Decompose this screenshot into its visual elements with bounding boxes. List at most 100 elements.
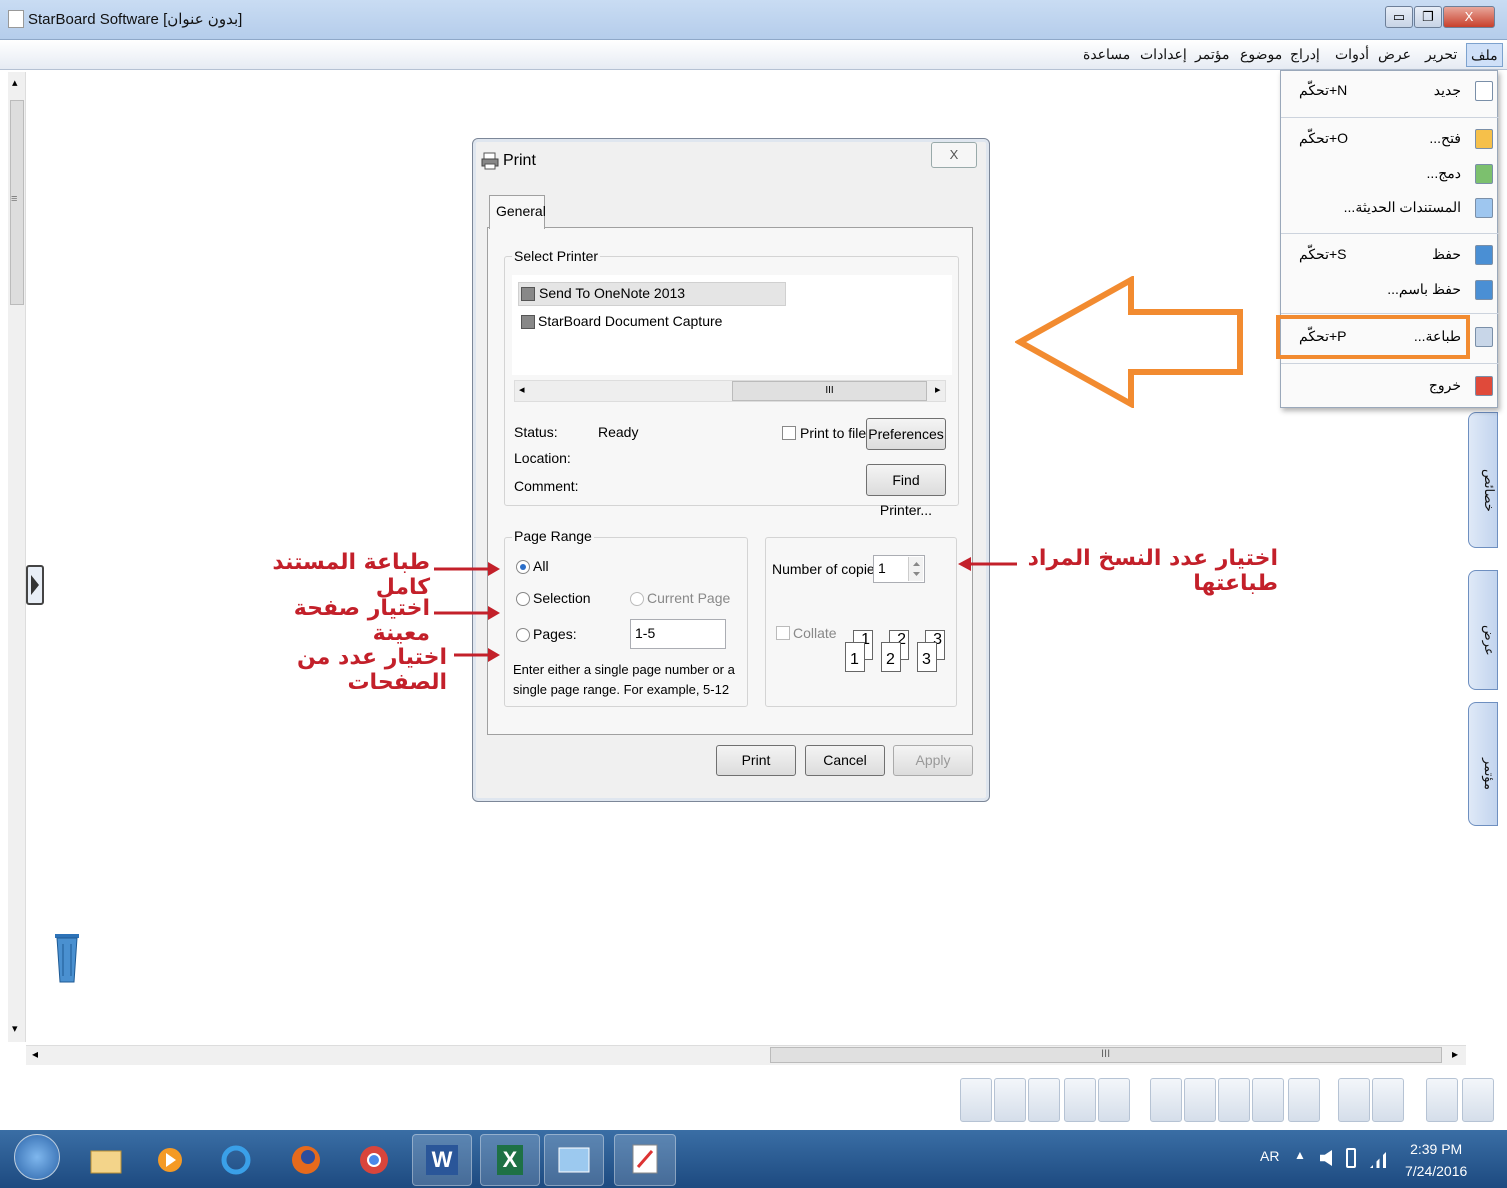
current-page-radio[interactable] <box>630 592 644 606</box>
add-pointer-icon[interactable] <box>1462 1078 1494 1122</box>
starboard-taskbar-icon[interactable] <box>614 1134 676 1186</box>
menu-item-shortcut: تحكّم+O <box>1299 130 1349 146</box>
vertical-scroll-thumb[interactable]: ≡ <box>10 100 24 305</box>
menu-settings[interactable]: إعدادات <box>1140 46 1187 63</box>
menu-bar: ملف تحرير عرض أدوات إدراج موضوع مؤتمر إع… <box>0 40 1507 70</box>
firefox-icon[interactable] <box>276 1134 336 1186</box>
scroll-right-icon[interactable]: ▸ <box>935 383 941 396</box>
show-hidden-icons-icon[interactable]: ▲ <box>1294 1148 1306 1162</box>
redo-tool-icon[interactable] <box>1372 1078 1404 1122</box>
v-grip: ≡ <box>11 193 18 205</box>
rotate-tool-icon[interactable] <box>994 1078 1026 1122</box>
menu-theme[interactable]: موضوع <box>1240 46 1282 63</box>
copy-tool-icon[interactable] <box>1184 1078 1216 1122</box>
pages-radio[interactable] <box>516 628 530 642</box>
menu-tools[interactable]: أدوات <box>1335 46 1369 63</box>
file-menu-merge[interactable]: دمج... <box>1281 159 1499 189</box>
word-glyph: W <box>425 1145 459 1175</box>
apply-button[interactable]: Apply <box>893 745 973 776</box>
annotation-all: طباعة المستند كامل <box>272 550 430 600</box>
duplicate-tool-icon[interactable] <box>1252 1078 1284 1122</box>
selection-label: Selection <box>533 590 591 606</box>
scroll-right-arrow-icon[interactable]: ▸ <box>1452 1047 1458 1061</box>
location-label: Location: <box>514 450 571 466</box>
collate-page-front: 2 <box>881 642 901 672</box>
menu-item-label: فتح... <box>1429 130 1461 146</box>
restore-button[interactable]: ❐ <box>1414 6 1442 28</box>
printer-icon <box>521 315 535 329</box>
preferences-button[interactable]: Preferences <box>866 418 946 450</box>
annotation-selection: اختيار صفحة معينة <box>293 596 430 646</box>
panel-toggle-icon[interactable] <box>26 565 44 605</box>
trash-bin-icon[interactable] <box>52 928 82 989</box>
language-indicator[interactable]: AR <box>1260 1148 1279 1164</box>
edit-tool-icon[interactable] <box>1028 1078 1060 1122</box>
menu-file[interactable]: ملف <box>1466 43 1503 67</box>
collate-page-front: 1 <box>845 642 865 672</box>
printer-name: Send To OneNote 2013 <box>539 285 686 301</box>
file-menu-exit[interactable]: خروج <box>1281 371 1499 401</box>
menu-item-label: خروج <box>1428 377 1461 393</box>
photo-viewer-icon[interactable] <box>544 1134 604 1186</box>
status-value: Ready <box>598 424 639 440</box>
printer-list-scroll-thumb[interactable]: III <box>732 381 927 401</box>
collate-checkbox[interactable] <box>776 626 790 640</box>
menu-insert[interactable]: إدراج <box>1290 46 1320 63</box>
file-menu-new[interactable]: جديد تحكّم+N <box>1281 76 1499 106</box>
chrome-icon[interactable] <box>344 1134 404 1186</box>
start-orb-icon[interactable] <box>14 1134 60 1180</box>
printer-item-starboard[interactable]: StarBoard Document Capture <box>518 311 722 329</box>
print-to-file-label: Print to file <box>800 425 867 441</box>
menu-conference[interactable]: مؤتمر <box>1195 46 1229 63</box>
horizontal-scroll-thumb[interactable]: III <box>770 1047 1442 1063</box>
menu-view[interactable]: عرض <box>1378 46 1411 63</box>
dialog-close-button[interactable]: X <box>931 142 977 168</box>
scroll-up-arrow-icon[interactable]: ▴ <box>12 76 18 89</box>
grid-tool-icon[interactable] <box>960 1078 992 1122</box>
select-pointer-icon[interactable] <box>1426 1078 1458 1122</box>
print-button[interactable]: Print <box>716 745 796 776</box>
close-button[interactable]: X <box>1443 6 1495 28</box>
side-tab-properties[interactable]: خصائص <box>1468 412 1498 548</box>
print-to-file-checkbox[interactable] <box>782 426 796 440</box>
file-menu-save[interactable]: حفظ تحكّم+S <box>1281 240 1499 270</box>
delete-tool-icon[interactable] <box>1150 1078 1182 1122</box>
pages-input[interactable]: 1-5 <box>630 619 726 649</box>
recent-documents-icon <box>1475 198 1493 218</box>
tab-general[interactable]: General <box>489 195 546 229</box>
scroll-left-icon[interactable]: ◂ <box>519 383 525 396</box>
media-player-icon[interactable] <box>140 1134 200 1186</box>
scroll-down-arrow-icon[interactable]: ▾ <box>12 1022 18 1035</box>
side-tab-view[interactable]: عرض <box>1468 570 1498 690</box>
next-tool-icon[interactable] <box>1098 1078 1130 1122</box>
excel-icon[interactable]: X <box>480 1134 540 1186</box>
cancel-button[interactable]: Cancel <box>805 745 885 776</box>
file-menu-open[interactable]: فتح... تحكّم+O <box>1281 124 1499 154</box>
explorer-icon[interactable] <box>76 1134 136 1186</box>
all-label: All <box>533 558 549 574</box>
menu-edit[interactable]: تحرير <box>1425 46 1457 63</box>
minimize-button[interactable]: ▭ <box>1385 6 1413 28</box>
paste-tool-icon[interactable] <box>1218 1078 1250 1122</box>
copies-spinner[interactable] <box>908 557 923 581</box>
taskbar-clock[interactable]: 2:39 PM 7/24/2016 <box>1405 1138 1467 1182</box>
collate-page-front: 3 <box>917 642 937 672</box>
file-menu-recent[interactable]: المستندات الحديثة... <box>1281 193 1499 223</box>
word-icon[interactable]: W <box>412 1134 472 1186</box>
file-menu-save-as[interactable]: حفظ باسم... <box>1281 275 1499 305</box>
side-tab-conference[interactable]: مؤتمر <box>1468 702 1498 826</box>
battery-icon[interactable] <box>1346 1148 1356 1168</box>
internet-explorer-icon[interactable] <box>206 1134 266 1186</box>
scroll-left-arrow-icon[interactable]: ◂ <box>32 1047 38 1061</box>
menu-help[interactable]: مساعدة <box>1083 46 1130 63</box>
printer-item-onenote[interactable]: Send To OneNote 2013 <box>518 282 786 306</box>
undo-tool-icon[interactable] <box>1338 1078 1370 1122</box>
page-tool-icon[interactable] <box>1064 1078 1096 1122</box>
annotation-pages: اختيار عدد من الصفحات <box>296 645 447 695</box>
menu-item-label: حفظ باسم... <box>1387 281 1461 297</box>
find-printer-button[interactable]: Find Printer... <box>866 464 946 518</box>
annotation-arrows-left <box>434 562 500 662</box>
selection-radio[interactable] <box>516 592 530 606</box>
all-radio[interactable] <box>516 560 530 574</box>
cut-tool-icon[interactable] <box>1288 1078 1320 1122</box>
